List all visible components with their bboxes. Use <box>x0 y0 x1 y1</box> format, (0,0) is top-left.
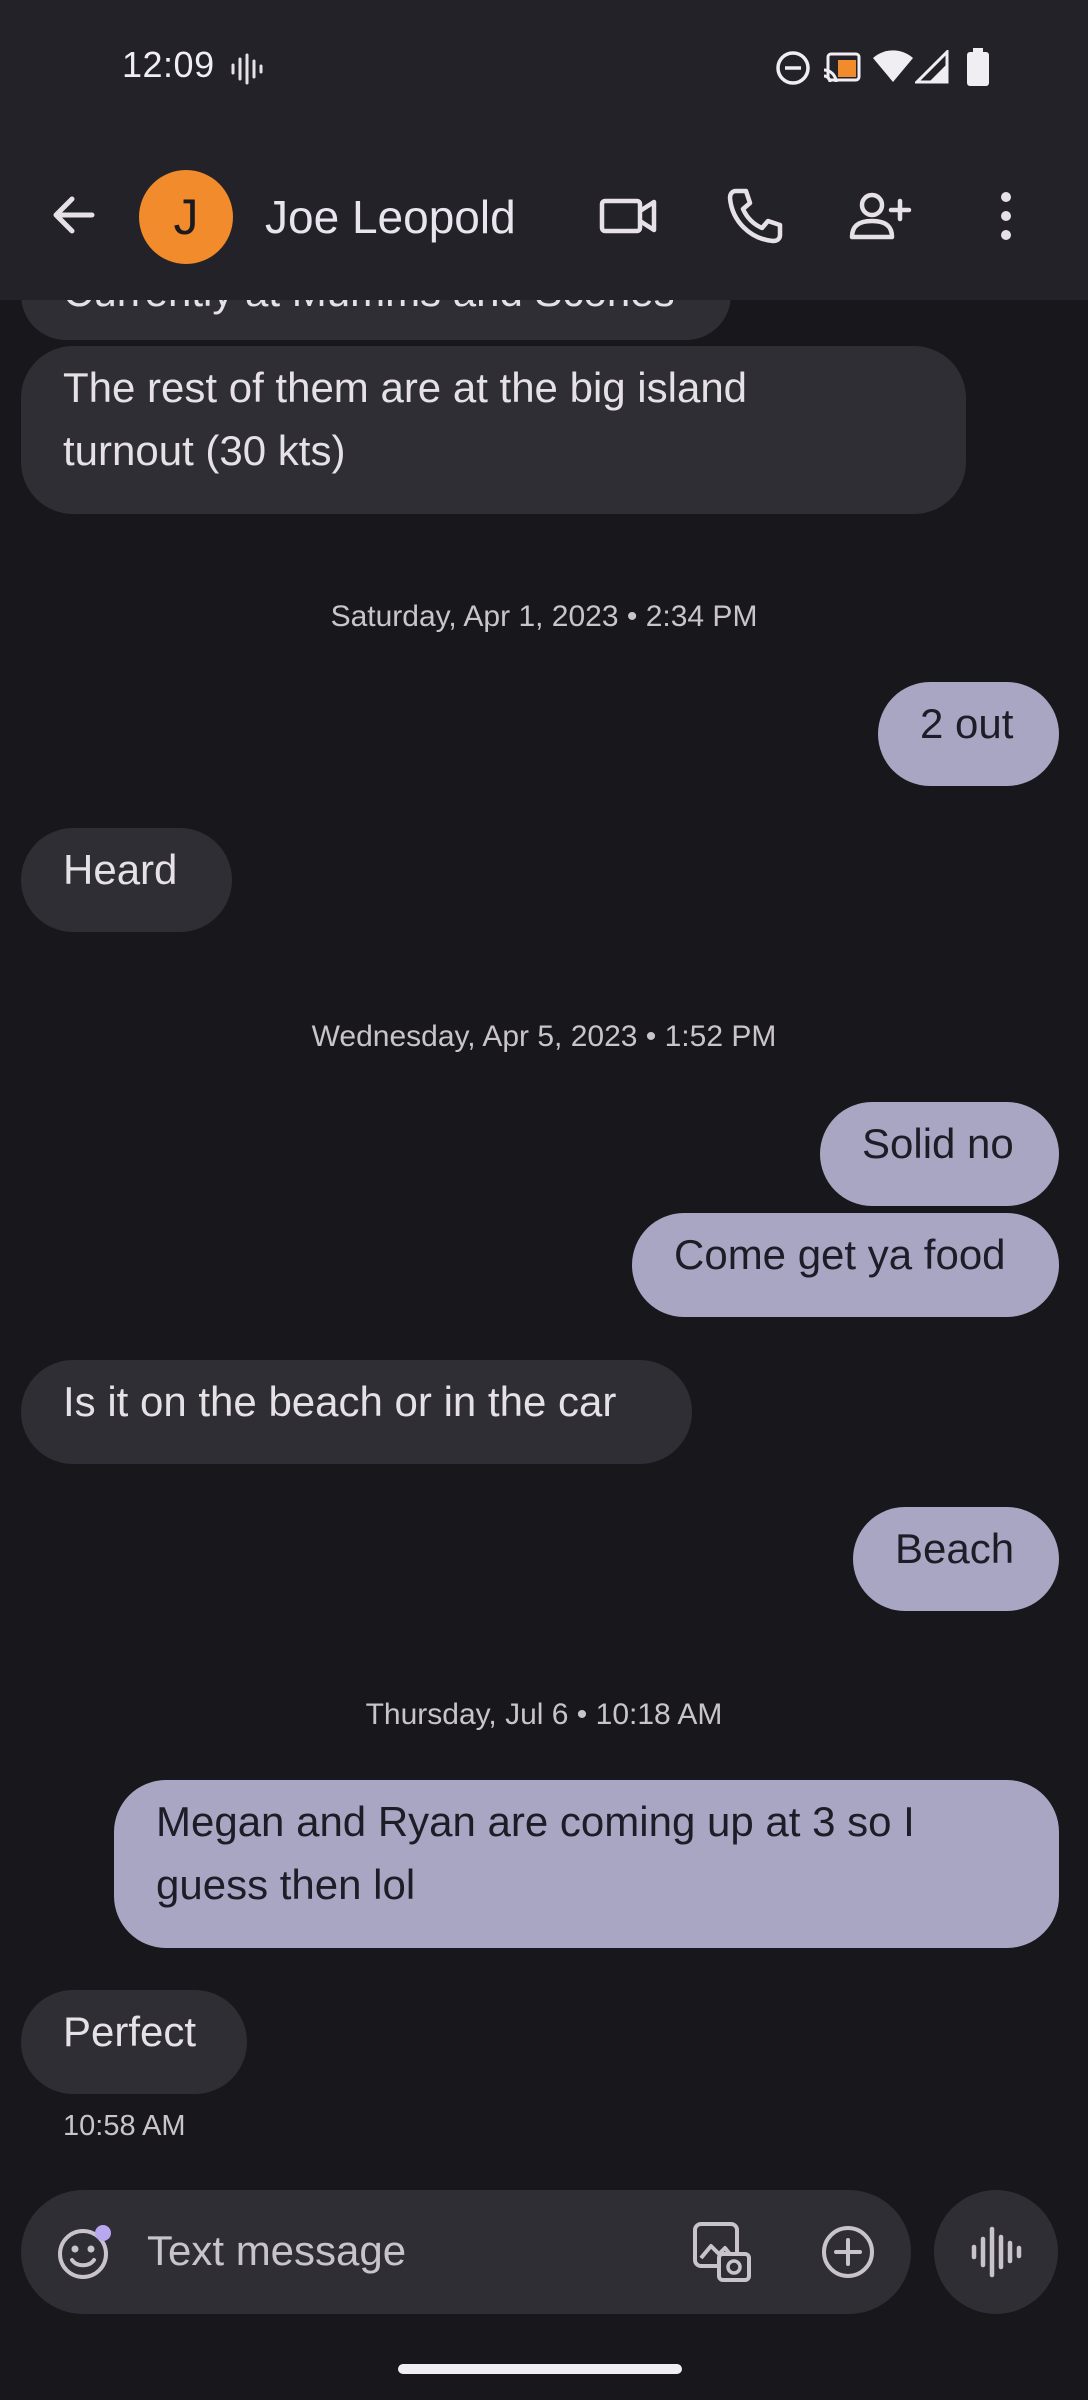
messages-screen: Currently at Mumms and Scones The rest o… <box>0 0 1088 2400</box>
message-text-line-1: Megan and Ryan are coming up at 3 so I <box>156 1798 915 1845</box>
date-separator: Saturday, Apr 1, 2023 • 2:34 PM <box>330 600 758 633</box>
emoji-icon[interactable] <box>55 2224 113 2282</box>
date-separator: Wednesday, Apr 5, 2023 • 1:52 PM <box>311 1020 777 1053</box>
video-call-icon[interactable] <box>596 183 662 249</box>
status-bar: 12:09 <box>0 0 1088 135</box>
message-outgoing[interactable]: Beach <box>853 1507 1059 1611</box>
message-incoming[interactable]: Perfect <box>21 1990 247 2094</box>
back-arrow-icon[interactable] <box>44 185 104 245</box>
message-incoming[interactable]: Heard <box>21 828 232 932</box>
message-text-line-1: The rest of them are at the big island <box>63 364 748 411</box>
signal-icon <box>915 50 949 84</box>
message-text-line-2: guess then lol <box>156 1861 416 1908</box>
do-not-disturb-icon <box>776 51 810 85</box>
status-time: 12:09 <box>122 44 215 85</box>
voice-wave-icon <box>231 53 263 85</box>
message-outgoing[interactable]: 2 out <box>878 682 1059 786</box>
message-text-line-2: turnout (30 kts) <box>63 427 346 474</box>
avatar[interactable]: J <box>139 170 233 264</box>
wifi-icon <box>873 50 913 82</box>
home-indicator[interactable] <box>398 2364 682 2374</box>
message-text: Is it on the beach or in the car <box>63 1378 617 1425</box>
message-incoming[interactable]: The rest of them are at the big island t… <box>21 346 966 514</box>
message-outgoing[interactable]: Megan and Ryan are coming up at 3 so I g… <box>114 1780 1059 1948</box>
message-text: Beach <box>895 1525 1015 1572</box>
message-composer <box>21 2190 911 2314</box>
text-message-input[interactable] <box>147 2218 667 2284</box>
conversation-header: J Joe Leopold <box>0 135 1088 300</box>
date-separator: Thursday, Jul 6 • 10:18 AM <box>365 1698 723 1731</box>
message-timestamp: 10:58 AM <box>63 2110 186 2142</box>
message-text: Perfect <box>63 2008 197 2055</box>
add-person-icon[interactable] <box>846 183 912 249</box>
message-text: 2 out <box>920 700 1014 747</box>
gallery-icon[interactable] <box>689 2220 753 2284</box>
message-text: Come get ya food <box>674 1231 1006 1278</box>
message-incoming[interactable]: Is it on the beach or in the car <box>21 1360 692 1464</box>
voice-message-button[interactable] <box>934 2190 1058 2314</box>
phone-icon[interactable] <box>722 183 788 249</box>
cast-icon <box>823 52 861 83</box>
more-vert-icon[interactable] <box>973 183 1039 249</box>
add-circle-icon[interactable] <box>818 2222 878 2282</box>
voice-message-icon <box>971 2226 1022 2278</box>
message-outgoing[interactable]: Come get ya food <box>632 1213 1059 1317</box>
message-text: Heard <box>63 846 178 893</box>
message-outgoing[interactable]: Solid no <box>820 1102 1059 1206</box>
message-text: Solid no <box>862 1120 1014 1167</box>
contact-name[interactable]: Joe Leopold <box>265 190 516 244</box>
battery-icon <box>967 48 989 86</box>
